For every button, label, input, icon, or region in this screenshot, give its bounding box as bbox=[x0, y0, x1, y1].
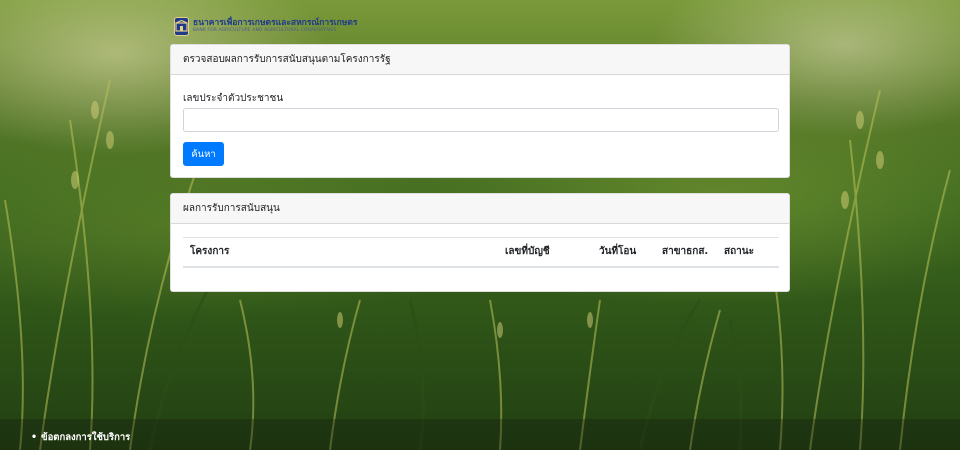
column-header-transfer-date: วันที่โอน bbox=[592, 237, 655, 268]
baac-logo: ธนาคารเพื่อการเกษตรและสหกรณ์การเกษตร BAN… bbox=[174, 15, 358, 37]
logo-text: ธนาคารเพื่อการเกษตรและสหกรณ์การเกษตร BAN… bbox=[193, 17, 358, 34]
footer-bar: • ข้อตกลงการใช้บริการ bbox=[0, 419, 960, 450]
search-card: ตรวจสอบผลการรับการสนับสนุนตามโครงการรัฐ … bbox=[170, 44, 790, 178]
results-table: โครงการ เลขที่บัญชี วันที่โอน สาขาธกส. ส… bbox=[183, 237, 779, 268]
citizen-id-input[interactable] bbox=[183, 108, 779, 132]
baac-emblem-icon bbox=[174, 16, 189, 36]
results-table-header-row: โครงการ เลขที่บัญชี วันที่โอน สาขาธกส. ส… bbox=[183, 237, 779, 268]
column-header-status: สถานะ bbox=[717, 237, 779, 268]
search-button[interactable]: ค้นหา bbox=[183, 142, 224, 166]
results-card: ผลการรับการสนับสนุน โครงการ เลขที่บัญชี … bbox=[170, 193, 790, 292]
search-card-header: ตรวจสอบผลการรับการสนับสนุนตามโครงการรัฐ bbox=[171, 45, 789, 75]
logo-name-th: ธนาคารเพื่อการเกษตรและสหกรณ์การเกษตร bbox=[193, 17, 358, 28]
terms-of-service-label: ข้อตกลงการใช้บริการ bbox=[41, 432, 131, 443]
results-card-header: ผลการรับการสนับสนุน bbox=[171, 194, 789, 224]
column-header-account-number: เลขที่บัญชี bbox=[498, 237, 592, 268]
column-header-project: โครงการ bbox=[183, 237, 498, 268]
bullet-icon: • bbox=[31, 432, 38, 443]
column-header-branch: สาขาธกส. bbox=[655, 237, 717, 268]
logo-name-en: BANK FOR AGRICULTURE AND AGRICULTURAL CO… bbox=[193, 28, 337, 33]
citizen-id-label: เลขประจำตัวประชาชน bbox=[183, 93, 284, 104]
terms-of-service-link[interactable]: • ข้อตกลงการใช้บริการ bbox=[31, 430, 130, 445]
